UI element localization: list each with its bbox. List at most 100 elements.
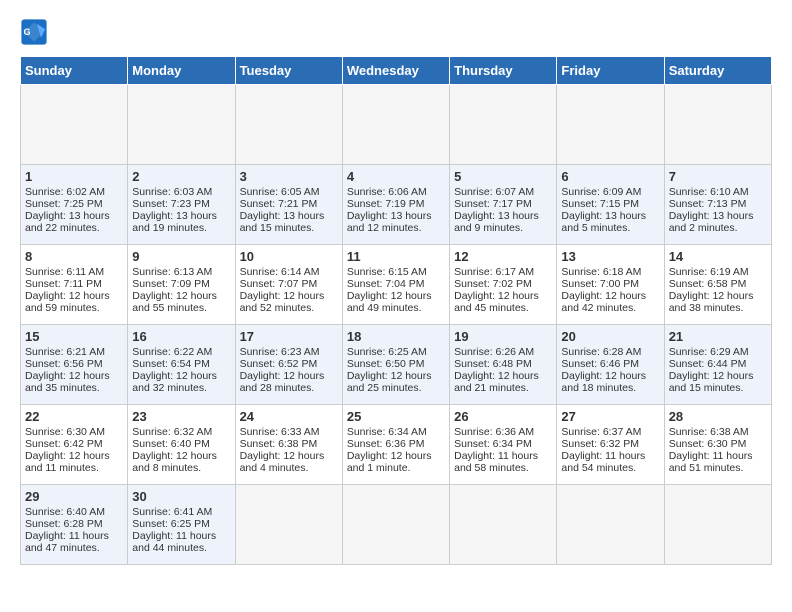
day-info: and 1 minute.	[347, 462, 445, 474]
day-info: Sunset: 7:11 PM	[25, 278, 123, 290]
day-info: Sunrise: 6:32 AM	[132, 426, 230, 438]
day-number: 13	[561, 249, 659, 264]
day-info: Sunrise: 6:18 AM	[561, 266, 659, 278]
day-info: Sunset: 6:42 PM	[25, 438, 123, 450]
day-number: 6	[561, 169, 659, 184]
day-cell	[450, 485, 557, 565]
day-number: 1	[25, 169, 123, 184]
day-info: Sunrise: 6:07 AM	[454, 186, 552, 198]
day-info: Sunset: 7:00 PM	[561, 278, 659, 290]
day-info: and 9 minutes.	[454, 222, 552, 234]
day-info: Sunrise: 6:36 AM	[454, 426, 552, 438]
day-info: Daylight: 12 hours	[347, 370, 445, 382]
day-cell: 16Sunrise: 6:22 AMSunset: 6:54 PMDayligh…	[128, 325, 235, 405]
day-info: Daylight: 12 hours	[669, 370, 767, 382]
logo: G	[20, 18, 52, 46]
day-cell: 18Sunrise: 6:25 AMSunset: 6:50 PMDayligh…	[342, 325, 449, 405]
day-number: 11	[347, 249, 445, 264]
day-info: Sunrise: 6:19 AM	[669, 266, 767, 278]
day-info: Sunrise: 6:21 AM	[25, 346, 123, 358]
day-number: 7	[669, 169, 767, 184]
day-number: 30	[132, 489, 230, 504]
day-info: and 15 minutes.	[669, 382, 767, 394]
day-number: 5	[454, 169, 552, 184]
day-cell: 30Sunrise: 6:41 AMSunset: 6:25 PMDayligh…	[128, 485, 235, 565]
day-number: 8	[25, 249, 123, 264]
day-info: Daylight: 12 hours	[561, 370, 659, 382]
day-info: and 12 minutes.	[347, 222, 445, 234]
day-info: Sunrise: 6:30 AM	[25, 426, 123, 438]
day-info: Daylight: 12 hours	[240, 290, 338, 302]
day-number: 3	[240, 169, 338, 184]
day-number: 24	[240, 409, 338, 424]
day-info: Sunset: 7:07 PM	[240, 278, 338, 290]
day-info: Sunset: 7:13 PM	[669, 198, 767, 210]
day-info: Sunset: 7:09 PM	[132, 278, 230, 290]
day-cell: 1Sunrise: 6:02 AMSunset: 7:25 PMDaylight…	[21, 165, 128, 245]
day-info: and 4 minutes.	[240, 462, 338, 474]
day-info: and 2 minutes.	[669, 222, 767, 234]
day-cell	[128, 85, 235, 165]
day-info: Sunrise: 6:15 AM	[347, 266, 445, 278]
day-cell	[235, 85, 342, 165]
day-number: 21	[669, 329, 767, 344]
day-number: 25	[347, 409, 445, 424]
day-info: Daylight: 12 hours	[132, 290, 230, 302]
day-info: and 51 minutes.	[669, 462, 767, 474]
day-cell	[664, 85, 771, 165]
day-cell	[342, 485, 449, 565]
day-number: 2	[132, 169, 230, 184]
header: G	[20, 18, 772, 46]
day-info: Sunset: 7:19 PM	[347, 198, 445, 210]
day-number: 26	[454, 409, 552, 424]
day-cell: 12Sunrise: 6:17 AMSunset: 7:02 PMDayligh…	[450, 245, 557, 325]
day-number: 27	[561, 409, 659, 424]
day-cell: 15Sunrise: 6:21 AMSunset: 6:56 PMDayligh…	[21, 325, 128, 405]
day-info: Sunrise: 6:02 AM	[25, 186, 123, 198]
day-info: Sunrise: 6:14 AM	[240, 266, 338, 278]
day-info: and 45 minutes.	[454, 302, 552, 314]
day-number: 12	[454, 249, 552, 264]
day-info: Sunrise: 6:03 AM	[132, 186, 230, 198]
day-info: Daylight: 12 hours	[25, 290, 123, 302]
day-info: Sunset: 6:50 PM	[347, 358, 445, 370]
day-number: 17	[240, 329, 338, 344]
week-row-3: 15Sunrise: 6:21 AMSunset: 6:56 PMDayligh…	[21, 325, 772, 405]
day-info: Daylight: 12 hours	[240, 370, 338, 382]
day-info: Daylight: 11 hours	[669, 450, 767, 462]
day-number: 10	[240, 249, 338, 264]
day-info: Daylight: 12 hours	[132, 450, 230, 462]
day-cell: 14Sunrise: 6:19 AMSunset: 6:58 PMDayligh…	[664, 245, 771, 325]
day-cell	[450, 85, 557, 165]
day-info: Sunrise: 6:23 AM	[240, 346, 338, 358]
day-cell: 7Sunrise: 6:10 AMSunset: 7:13 PMDaylight…	[664, 165, 771, 245]
day-info: and 11 minutes.	[25, 462, 123, 474]
day-info: and 35 minutes.	[25, 382, 123, 394]
day-info: and 59 minutes.	[25, 302, 123, 314]
day-info: Sunset: 7:25 PM	[25, 198, 123, 210]
day-info: and 49 minutes.	[347, 302, 445, 314]
day-number: 18	[347, 329, 445, 344]
day-info: Sunrise: 6:17 AM	[454, 266, 552, 278]
day-info: Sunrise: 6:41 AM	[132, 506, 230, 518]
day-info: Sunrise: 6:34 AM	[347, 426, 445, 438]
day-info: Daylight: 12 hours	[240, 450, 338, 462]
day-cell	[557, 85, 664, 165]
svg-text:G: G	[24, 27, 31, 37]
day-number: 28	[669, 409, 767, 424]
day-info: Daylight: 13 hours	[347, 210, 445, 222]
header-cell-monday: Monday	[128, 57, 235, 85]
day-cell: 23Sunrise: 6:32 AMSunset: 6:40 PMDayligh…	[128, 405, 235, 485]
day-cell: 13Sunrise: 6:18 AMSunset: 7:00 PMDayligh…	[557, 245, 664, 325]
day-cell: 10 Sunrise: 6:14 AMSunset: 7:07 PMDayligh…	[235, 245, 342, 325]
day-info: Daylight: 12 hours	[25, 370, 123, 382]
day-cell: 19Sunrise: 6:26 AMSunset: 6:48 PMDayligh…	[450, 325, 557, 405]
day-cell: 8Sunrise: 6:11 AMSunset: 7:11 PMDaylight…	[21, 245, 128, 325]
day-cell: 21Sunrise: 6:29 AMSunset: 6:44 PMDayligh…	[664, 325, 771, 405]
day-info: Sunset: 7:17 PM	[454, 198, 552, 210]
day-info: Sunrise: 6:22 AM	[132, 346, 230, 358]
day-cell: 3Sunrise: 6:05 AMSunset: 7:21 PMDaylight…	[235, 165, 342, 245]
day-info: Sunset: 6:46 PM	[561, 358, 659, 370]
day-cell	[21, 85, 128, 165]
day-info: Sunset: 7:02 PM	[454, 278, 552, 290]
